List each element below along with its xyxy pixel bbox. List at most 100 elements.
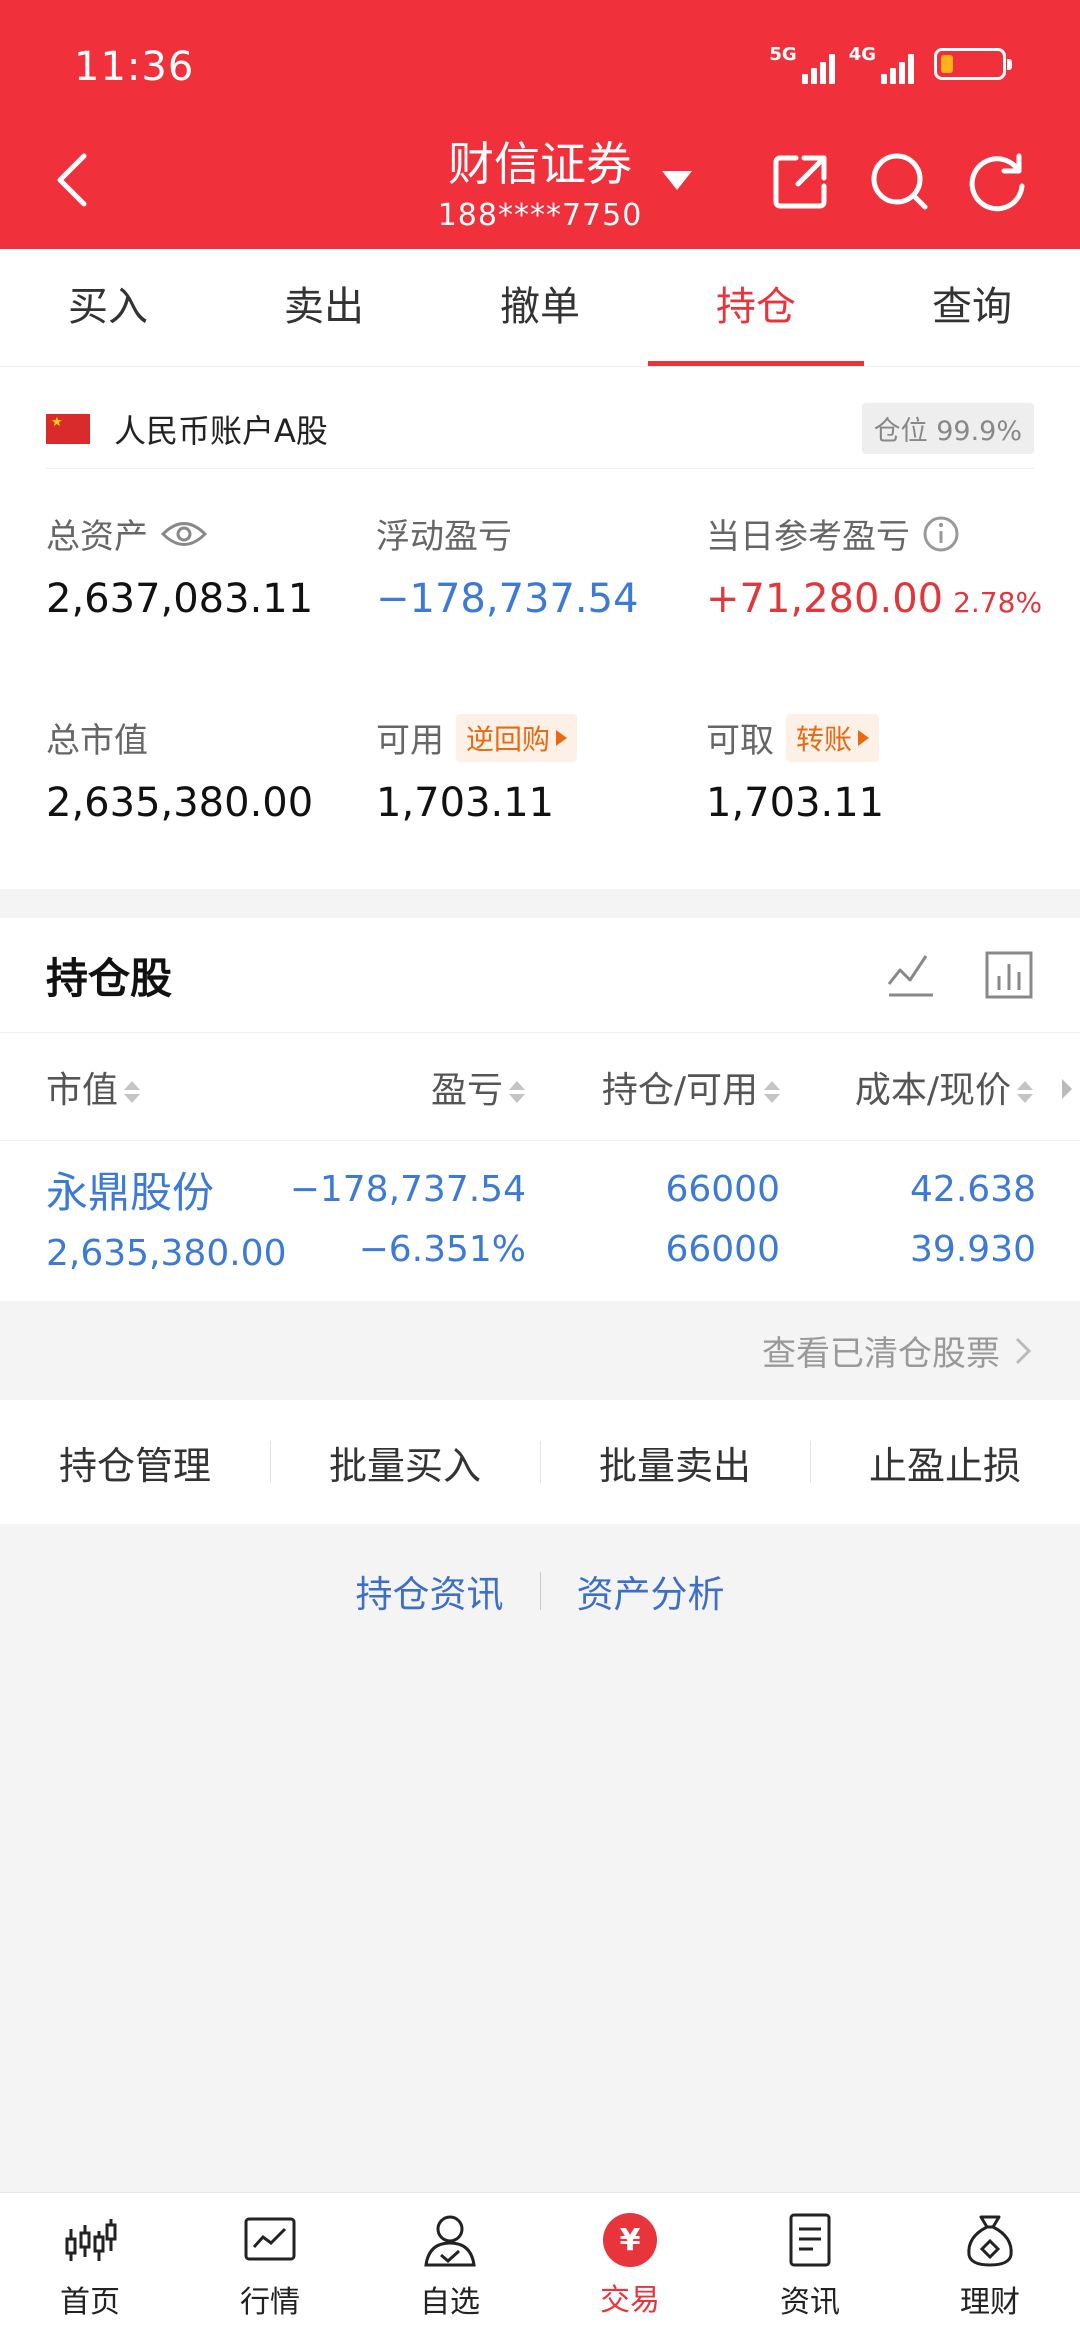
nav-home-label: 首页 [60,2285,120,2320]
eye-visibility-icon[interactable] [160,519,208,549]
col-market-value[interactable]: 市值 [46,1061,141,1113]
nav-market[interactable]: 行情 [180,2193,360,2337]
signal-4g-icon: 4G [849,44,914,84]
tab-cancel-order[interactable]: 撤单 [432,249,648,366]
nav-wealth-label: 理财 [960,2285,1020,2320]
refresh-icon[interactable] [966,150,1028,212]
trade-yen-icon: ¥ [603,2213,657,2267]
nav-trade-label: 交易 [600,2283,660,2318]
stock-pl: −178,737.54 [289,1169,526,1210]
withdrawable-label: 可取 [706,721,774,761]
reverse-repo-button[interactable]: 逆回购 [456,713,578,762]
status-icons: 5G 4G [769,44,1012,84]
tab-positions[interactable]: 持仓 [648,249,864,366]
cleared-stocks-label: 查看已清仓股票 [762,1334,1000,1374]
sort-icon [509,1080,525,1103]
daily-pl-value: +71,280.00 [706,576,944,622]
col-profit-loss-label: 盈亏 [430,1069,503,1111]
account-name: 人民币账户A股 [114,411,328,450]
tab-query[interactable]: 查询 [864,249,1080,366]
market-value-value: 2,635,380.00 [46,780,314,826]
total-assets-label: 总资产 [46,517,148,557]
china-flag-icon: ★ [46,413,90,444]
market-icon [244,2217,296,2261]
transfer-label: 转账 [796,722,853,756]
batch-sell-button[interactable]: 批量卖出 [540,1435,810,1490]
sort-icon [1017,1080,1033,1103]
dropdown-triangle-icon[interactable] [660,168,694,192]
stock-price: 39.930 [910,1229,1036,1270]
position-management-button[interactable]: 持仓管理 [0,1435,270,1490]
position-ratio-badge: 仓位 99.9% [861,403,1034,454]
holdings-title: 持仓股 [46,953,173,1003]
daily-pl: 当日参考盈亏 +71,280.00 2.78% [706,509,1042,622]
tab-buy[interactable]: 买入 [0,249,216,366]
stock-market-value: 2,635,380.00 [46,1233,287,1274]
available-label: 可用 [376,721,444,761]
position-actions: 持仓管理 批量买入 批量卖出 止盈止损 [0,1400,1080,1524]
home-chart-icon [65,2219,117,2261]
total-assets-value: 2,637,083.11 [46,576,314,622]
nav-watchlist-label: 自选 [420,2285,480,2320]
account-row: ★ 人民币账户A股 仓位 99.9% [46,389,1034,469]
table-row[interactable]: 永鼎股份 2,635,380.00 −178,737.54 −6.351% 66… [0,1141,1080,1301]
sort-icon [764,1080,780,1103]
watchlist-user-icon [424,2215,476,2267]
market-value-label: 总市值 [46,721,148,761]
holdings-column-header: 市值 盈亏 持仓/可用 成本/现价 [0,1033,1080,1141]
daily-pl-label: 当日参考盈亏 [706,517,910,557]
share-export-icon[interactable] [770,150,832,212]
bar-chart-icon[interactable] [984,950,1034,1000]
holdings-news-link[interactable]: 持仓资讯 [356,1564,504,1618]
signal-5g-icon: 5G [769,44,835,84]
link-divider [539,1572,541,1610]
total-assets: 总资产 2,637,083.11 [46,509,313,622]
asset-analysis-link[interactable]: 资产分析 [577,1564,725,1618]
stock-available: 66000 [665,1229,780,1270]
floating-pl-label: 浮动盈亏 [376,517,512,557]
search-icon[interactable] [868,150,930,212]
holdings-section: 持仓股 市值 盈亏 持仓/可用 成本/现价 永鼎股份 2,635,380.00 … [0,918,1080,1301]
wealth-bag-icon [967,2215,1013,2267]
line-chart-icon[interactable] [886,950,936,1000]
scroll-right-arrow-icon[interactable] [1062,1079,1072,1099]
nav-news[interactable]: 资讯 [720,2193,900,2337]
daily-pl-percent: 2.78% [953,586,1043,619]
cleared-stocks-link[interactable]: 查看已清仓股票 [762,1326,1032,1375]
col-position-available-label: 持仓/可用 [601,1069,758,1111]
info-icon[interactable] [922,515,960,553]
withdrawable-funds: 可取 转账 1,703.11 [706,713,884,826]
play-arrow-icon [556,729,568,746]
nav-market-label: 行情 [240,2285,300,2320]
app-header: 11:36 5G 4G 财信证券 188****7750 [0,0,1080,249]
batch-buy-button[interactable]: 批量买入 [270,1435,540,1490]
stop-profit-loss-button[interactable]: 止盈止损 [810,1435,1080,1490]
nav-wealth[interactable]: 理财 [900,2193,1080,2337]
nav-home[interactable]: 首页 [0,2193,180,2337]
floating-pl-value: −178,737.54 [376,576,639,622]
col-cost-price[interactable]: 成本/现价 [855,1061,1033,1113]
stock-cost: 42.638 [910,1169,1036,1210]
footer-links: 持仓资讯 资产分析 [0,1564,1080,1618]
available-value: 1,703.11 [376,780,555,826]
stock-name: 永鼎股份 [46,1168,215,1217]
tab-sell[interactable]: 卖出 [216,249,432,366]
transfer-button[interactable]: 转账 [786,713,880,762]
nav-trade[interactable]: ¥ 交易 [540,2193,720,2337]
col-position-available[interactable]: 持仓/可用 [602,1061,780,1113]
col-profit-loss[interactable]: 盈亏 [431,1061,525,1113]
nav-watchlist[interactable]: 自选 [360,2193,540,2337]
market-value: 总市值 2,635,380.00 [46,713,313,826]
reverse-repo-label: 逆回购 [466,722,551,756]
col-cost-price-label: 成本/现价 [854,1069,1011,1111]
play-arrow-icon [858,729,870,746]
trade-tabs: 买入 卖出 撤单 持仓 查询 [0,249,1080,367]
floating-pl: 浮动盈亏 −178,737.54 [376,509,639,622]
available-funds: 可用 逆回购 1,703.11 [376,713,578,826]
account-summary: ★ 人民币账户A股 仓位 99.9% 总资产 2,637,083.11 浮动盈亏… [0,367,1080,889]
nav-news-label: 资讯 [780,2285,840,2320]
net-label-5g: 5G [769,44,797,65]
col-market-value-label: 市值 [46,1069,119,1111]
chevron-right-icon [1015,1337,1032,1364]
net-label-4g: 4G [848,44,876,65]
